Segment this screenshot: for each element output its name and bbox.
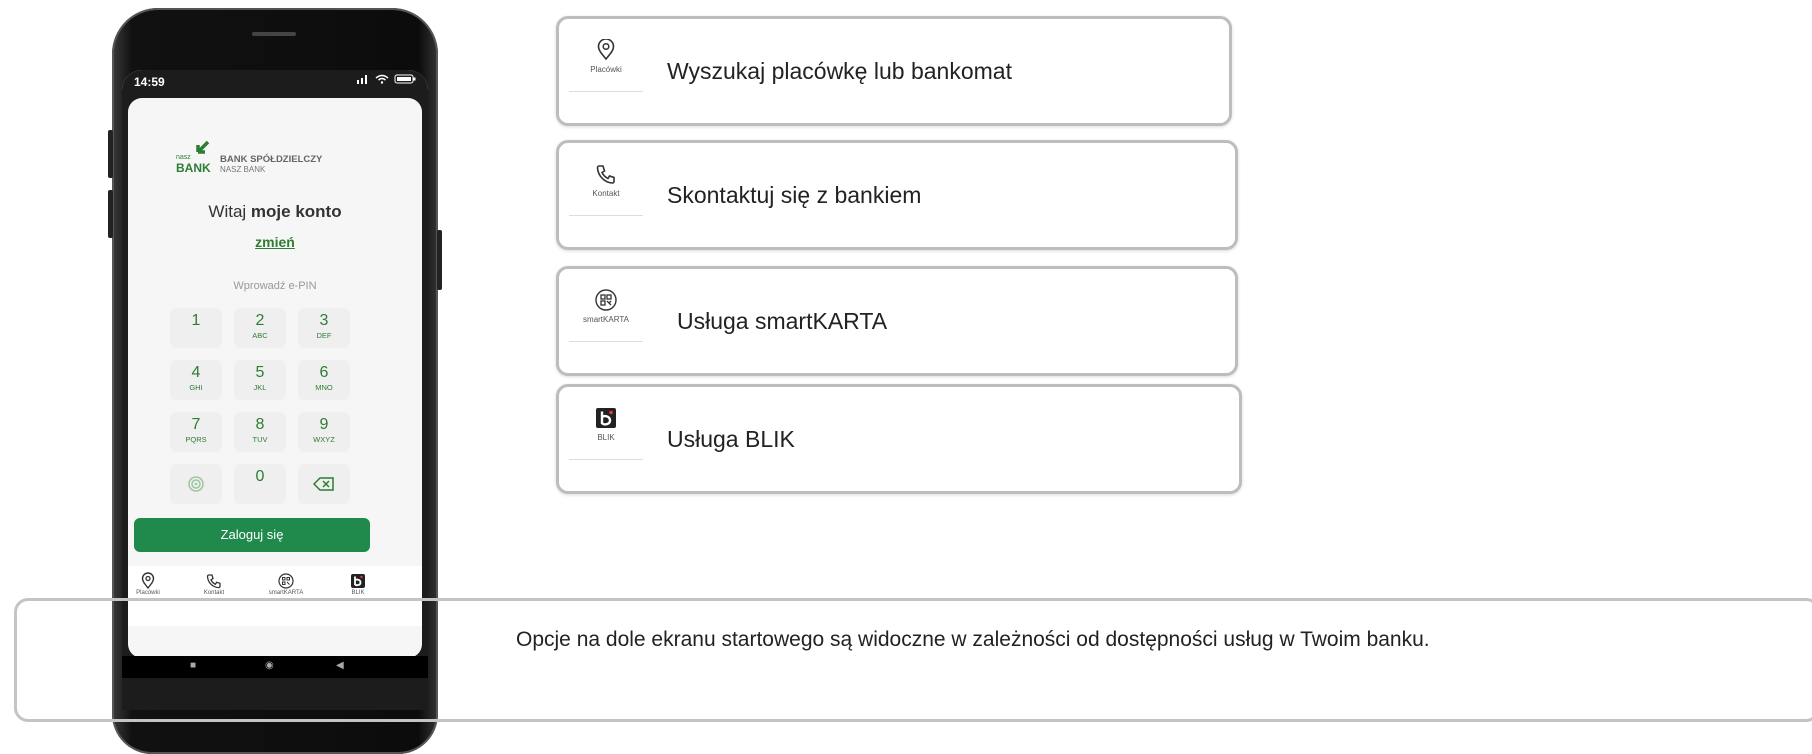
callout-icon-tile: Kontakt (569, 157, 643, 216)
key-5[interactable]: 5 JKL (234, 360, 286, 400)
callout-caption: BLIK (597, 433, 615, 442)
logo-arrow-icon (196, 140, 210, 154)
phone-side-button (108, 190, 113, 238)
pin-hint: Wprowadź e-PIN (233, 280, 317, 292)
bottom-options-highlight (14, 598, 1812, 722)
nav-label: Placówki (136, 590, 160, 596)
phone-icon (596, 165, 615, 184)
key-4[interactable]: 4 GHI (170, 360, 222, 400)
key-letters: ABC (252, 331, 268, 340)
key-digit: 2 (255, 312, 265, 329)
fingerprint-key[interactable] (170, 464, 222, 504)
blik-icon (596, 408, 616, 428)
wifi-icon (375, 74, 389, 84)
callout-icon-tile: smartKARTA (569, 283, 643, 342)
callout-smartkarta: smartKARTA Usługa smartKARTA (556, 266, 1238, 376)
key-letters: MNO (315, 383, 333, 392)
callout-caption: Kontakt (592, 189, 620, 198)
nav-label: smartKARTA (268, 590, 304, 596)
key-6[interactable]: 6 MNO (298, 360, 350, 400)
signal-icon (356, 75, 367, 84)
blik-icon (351, 574, 365, 588)
key-letters: WXYZ (313, 435, 335, 444)
smartkarta-icon (278, 573, 294, 589)
callout-blik: BLIK Usługa BLIK (556, 384, 1242, 494)
location-pin-icon (141, 572, 155, 590)
key-digit: 1 (191, 312, 201, 329)
nav-item-smartkarta[interactable]: smartKARTA (256, 572, 316, 596)
logo-bank-text: BANK (176, 161, 211, 175)
backspace-icon (312, 477, 334, 491)
bottom-options-note: Opcje na dole ekranu startowego są widoc… (516, 628, 1430, 651)
key-digit: 9 (319, 416, 329, 433)
nav-label: BLIK (351, 590, 365, 596)
fingerprint-icon (188, 476, 204, 492)
change-account-link[interactable]: zmień (128, 234, 422, 250)
backspace-key[interactable] (298, 464, 350, 504)
key-letters: PQRS (185, 435, 207, 444)
greeting-prefix: Witaj (208, 202, 247, 221)
callout-kontakt: Kontakt Skontaktuj się z bankiem (556, 140, 1238, 250)
greeting-name: moje konto (250, 202, 342, 221)
login-screen: nasz BANK BANK SPÓŁDZIELCZY NASZ BANK Wi… (128, 98, 422, 658)
greeting: Witaj moje konto (128, 202, 422, 222)
key-0[interactable]: 0 (234, 464, 286, 504)
smartkarta-icon (595, 289, 617, 311)
key-letters: JKL (253, 383, 267, 392)
key-digit: 5 (255, 364, 265, 381)
phone-icon (206, 574, 221, 589)
callout-text: Usługa smartKARTA (677, 307, 888, 334)
callout-placowki: Placówki Wyszukaj placówkę lub bankomat (556, 16, 1232, 126)
key-8[interactable]: 8 TUV (234, 412, 286, 452)
nav-label: Kontakt (203, 590, 225, 596)
status-bar: 14:59 (122, 70, 428, 96)
battery-icon (394, 74, 416, 84)
nav-item-blik[interactable]: BLIK (328, 572, 388, 596)
system-icons (356, 74, 416, 87)
key-digit: 4 (191, 364, 201, 381)
status-time: 14:59 (134, 75, 165, 89)
phone-side-button (108, 130, 113, 178)
key-digit: 6 (319, 364, 329, 381)
logo-small-text: nasz (176, 154, 191, 161)
callout-icon-tile: BLIK (569, 401, 643, 460)
key-letters: GHI (189, 383, 203, 392)
key-digit: 8 (255, 416, 265, 433)
callout-caption: smartKARTA (583, 315, 629, 324)
callout-caption: Placówki (590, 65, 622, 74)
bank-subname: NASZ BANK (220, 165, 266, 174)
phone-power-button (437, 230, 442, 290)
key-letters: TUV (252, 435, 268, 444)
phone-speaker (252, 32, 296, 36)
key-1[interactable]: 1 (170, 308, 222, 348)
login-button[interactable]: Zaloguj się (134, 518, 370, 552)
bank-logo: nasz BANK BANK SPÓŁDZIELCZY NASZ BANK (176, 140, 376, 180)
key-3[interactable]: 3 DEF (298, 308, 350, 348)
bank-name: BANK SPÓŁDZIELCZY (220, 154, 323, 165)
callout-text: Skontaktuj się z bankiem (667, 181, 922, 208)
key-digit: 0 (255, 468, 265, 485)
key-2[interactable]: 2 ABC (234, 308, 286, 348)
callout-icon-tile: Placówki (569, 33, 643, 92)
callout-text: Usługa BLIK (667, 425, 795, 452)
nav-item-kontakt[interactable]: Kontakt (184, 572, 244, 596)
key-letters: DEF (316, 331, 332, 340)
key-7[interactable]: 7 PQRS (170, 412, 222, 452)
key-9[interactable]: 9 WXYZ (298, 412, 350, 452)
key-digit: 3 (319, 312, 329, 329)
key-digit: 7 (191, 416, 201, 433)
nav-item-placowki[interactable]: Placówki (122, 572, 178, 596)
callout-text: Wyszukaj placówkę lub bankomat (667, 57, 1012, 84)
location-pin-icon (597, 39, 615, 61)
